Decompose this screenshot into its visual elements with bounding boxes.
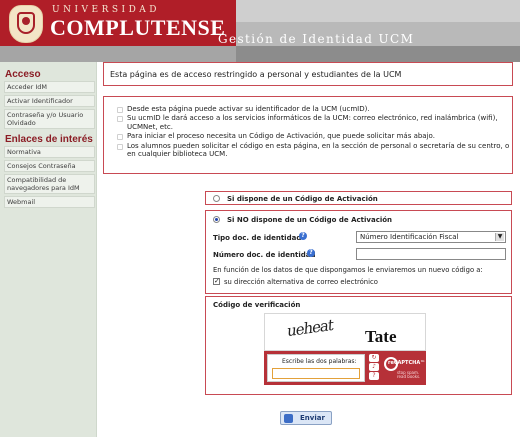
sidebar-item-activar-identificador[interactable]: Activar Identificador <box>4 95 95 107</box>
recaptcha-brand: reCAPTCHA™ <box>388 360 426 366</box>
audio-icon[interactable]: ♪ <box>369 363 379 371</box>
alt-email-label: su dirección alternativa de correo elect… <box>224 278 378 286</box>
alt-email-checkbox[interactable] <box>213 277 220 285</box>
chevron-down-icon[interactable]: ▼ <box>495 233 504 241</box>
help-icon[interactable]: ? <box>299 232 307 240</box>
sidebar-item-contrasena-olvidada[interactable]: Contraseña y/o Usuario Olvidado <box>4 109 95 129</box>
numero-doc-input[interactable] <box>356 248 506 260</box>
tipo-doc-select[interactable]: Número Identificación Fiscal ▼ <box>356 231 506 243</box>
sidebar-list-acceso: Acceder IdM Activar Identificador Contra… <box>4 81 95 131</box>
captcha-answer-input[interactable] <box>272 368 360 379</box>
sidebar: Acceso Acceder IdM Activar Identificador… <box>0 62 97 437</box>
captcha-prompt: Escribe las dos palabras: <box>282 358 357 365</box>
verification-title: Código de verificación <box>213 301 301 309</box>
option-has-code[interactable]: Si dispone de un Código de Activación <box>205 191 512 205</box>
captcha-entry: Escribe las dos palabras: <box>267 354 365 382</box>
info-box: Desde esta página puede activar su ident… <box>103 96 513 174</box>
captcha-icon-column: ↻ ♪ ? <box>369 354 381 382</box>
info-bullet-4: Los alumnos pueden solicitar el código e… <box>116 142 512 159</box>
refresh-icon[interactable]: ↻ <box>369 354 379 362</box>
sidebar-item-webmail[interactable]: Webmail <box>4 196 95 208</box>
info-bullet-1: Desde esta página puede activar su ident… <box>116 105 512 114</box>
send-icon <box>284 414 293 423</box>
header: UNIVERSIDAD COMPLUTENSE Gestión de Ident… <box>0 0 520 62</box>
option-has-code-label: Si dispone de un Código de Activación <box>227 195 378 203</box>
header-strip <box>0 46 520 62</box>
submit-button[interactable]: Enviar <box>280 411 332 425</box>
sidebar-item-consejos-contrasena[interactable]: Consejos Contraseña <box>4 160 95 172</box>
captcha-word-1: ueheat <box>286 315 334 341</box>
logo-text-complutense: COMPLUTENSE <box>50 15 226 40</box>
help-icon[interactable]: ? <box>307 249 315 257</box>
captcha-widget: ueheat Tate Escribe las dos palabras: ↻ … <box>264 313 426 385</box>
captcha-image: ueheat Tate <box>264 313 426 351</box>
recaptcha-tagline: stop spam. read books. <box>397 370 421 379</box>
page-title: Gestión de Identidad UCM <box>218 32 415 46</box>
logo-text-universidad: UNIVERSIDAD <box>52 5 161 15</box>
sidebar-list-enlaces: Normativa Consejos Contraseña Compatibil… <box>4 146 95 210</box>
envio-text: En función de los datos de que dispongam… <box>213 266 483 274</box>
sidebar-section-enlaces: Enlaces de interés <box>5 134 93 145</box>
info-bullet-2: Su ucmID le dará acceso a los servicios … <box>116 114 512 131</box>
radio-has-code[interactable] <box>213 195 220 202</box>
sidebar-item-normativa[interactable]: Normativa <box>4 146 95 158</box>
radio-no-code[interactable] <box>213 216 220 223</box>
university-logo[interactable]: UNIVERSIDAD COMPLUTENSE <box>0 0 236 46</box>
verification-box: Código de verificación ueheat Tate Escri… <box>205 296 512 395</box>
access-notice-text: Esta página es de acceso restringido a p… <box>110 70 402 79</box>
crest-icon <box>9 5 43 43</box>
sidebar-item-acceder-idm[interactable]: Acceder IdM <box>4 81 95 93</box>
access-notice: Esta página es de acceso restringido a p… <box>103 62 513 86</box>
captcha-controls: Escribe las dos palabras: ↻ ♪ ? reCAPTCH… <box>264 351 426 385</box>
sidebar-item-compatibilidad[interactable]: Compatibilidad de navegadores para IdM <box>4 174 95 194</box>
submit-button-label: Enviar <box>300 414 325 422</box>
help-icon[interactable]: ? <box>369 372 379 380</box>
numero-doc-label: Número doc. de identidad <box>213 251 316 259</box>
sidebar-section-acceso: Acceso <box>5 69 41 80</box>
captcha-word-2: Tate <box>365 327 397 346</box>
tipo-doc-label: Tipo doc. de identidad <box>213 234 302 242</box>
option-no-code: Si NO dispone de un Código de Activación… <box>205 210 512 294</box>
tipo-doc-selected-value: Número Identificación Fiscal <box>360 233 459 241</box>
option-no-code-label: Si NO dispone de un Código de Activación <box>227 216 393 224</box>
info-bullet-3: Para iniciar el proceso necesita un Códi… <box>116 132 512 141</box>
